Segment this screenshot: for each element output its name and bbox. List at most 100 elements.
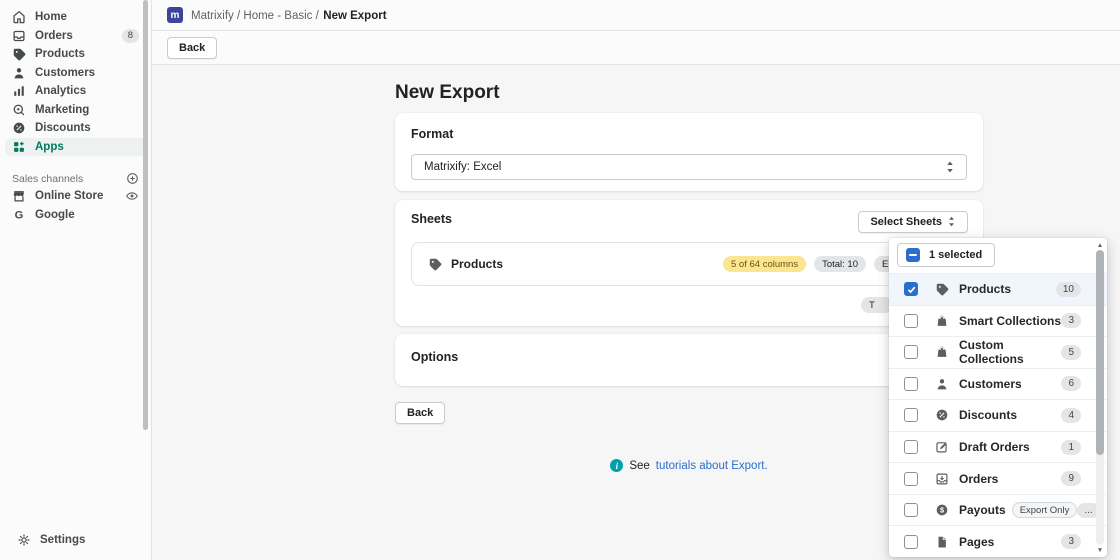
format-card: Format Matrixify: Excel xyxy=(395,113,983,191)
sheet-count-badge: 9 xyxy=(1061,471,1081,486)
discounts-icon xyxy=(935,408,949,422)
sidebar-item-label: Settings xyxy=(40,534,85,546)
sidebar-item-label: Analytics xyxy=(35,85,86,97)
sheet-option-list: Products 10 Smart Collections 3 Custom C… xyxy=(889,273,1107,557)
products-icon xyxy=(935,282,949,296)
format-select[interactable]: Matrixify: Excel xyxy=(411,154,967,180)
sales-channels-label: Sales channels xyxy=(12,173,83,185)
google-icon: G xyxy=(12,208,26,222)
checkbox-unchecked[interactable] xyxy=(904,440,918,454)
products-icon xyxy=(12,47,26,61)
sidebar-item-home[interactable]: Home xyxy=(5,8,146,27)
scrollbar-track[interactable] xyxy=(1096,250,1104,545)
sheet-option-products[interactable]: Products 10 xyxy=(889,273,1107,305)
sheet-option-pages[interactable]: Pages 3 xyxy=(889,525,1107,557)
sheet-option-label: Payouts xyxy=(959,503,1006,517)
sheet-count-badge: 4 xyxy=(1061,408,1081,423)
scroll-up-arrow-icon[interactable]: ▲ xyxy=(1095,240,1105,250)
sheet-option-smart-collections[interactable]: Smart Collections 3 xyxy=(889,305,1107,337)
home-icon xyxy=(12,10,26,24)
select-sheets-button[interactable]: Select Sheets xyxy=(858,211,968,233)
footer-note-prefix: See xyxy=(629,460,649,472)
checkbox-unchecked[interactable] xyxy=(904,314,918,328)
marketing-icon xyxy=(12,103,26,117)
sidebar: Home Orders 8 Products Customers Analy xyxy=(0,0,152,560)
checkbox-unchecked[interactable] xyxy=(904,408,918,422)
options-card-title: Options xyxy=(411,350,967,364)
format-select-value: Matrixify: Excel xyxy=(424,161,501,173)
sheet-option-custom-collections[interactable]: Custom Collections 5 xyxy=(889,336,1107,368)
collections-icon xyxy=(935,345,949,359)
checkbox-unchecked[interactable] xyxy=(904,472,918,486)
sidebar-item-label: Online Store xyxy=(35,190,103,202)
back-button-bottom[interactable]: Back xyxy=(395,402,445,424)
info-icon: i xyxy=(610,459,623,472)
main-nav: Home Orders 8 Products Customers Analy xyxy=(0,0,151,156)
sidebar-item-label: Marketing xyxy=(35,104,89,116)
sheet-option-label: Custom Collections xyxy=(959,338,1061,366)
sheet-select-dropdown: 1 selected Products 10 Smart Collections… xyxy=(889,238,1107,557)
sheet-option-label: Smart Collections xyxy=(959,314,1061,328)
breadcrumb-bar: m Matrixify / Home - Basic / New Export xyxy=(152,0,1120,31)
sheet-option-discounts[interactable]: Discounts 4 xyxy=(889,399,1107,431)
sidebar-item-label: Customers xyxy=(35,67,95,79)
back-button-top[interactable]: Back xyxy=(167,37,217,59)
sidebar-item-marketing[interactable]: Marketing xyxy=(5,101,146,120)
checkbox-unchecked[interactable] xyxy=(904,377,918,391)
select-all-checkbox[interactable] xyxy=(906,248,920,262)
draft-orders-icon xyxy=(935,440,949,454)
tutorials-link[interactable]: tutorials about Export. xyxy=(656,460,768,472)
sheet-option-orders[interactable]: Orders 9 xyxy=(889,462,1107,494)
sheet-count-badge: 1 xyxy=(1061,440,1081,455)
sidebar-item-analytics[interactable]: Analytics xyxy=(5,82,146,101)
sidebar-item-customers[interactable]: Customers xyxy=(5,64,146,83)
breadcrumb-trail[interactable]: Matrixify / Home - Basic / xyxy=(191,10,319,22)
sidebar-item-label: Home xyxy=(35,11,67,23)
sheet-option-customers[interactable]: Customers 6 xyxy=(889,368,1107,400)
sheet-count-badge: 3 xyxy=(1061,534,1081,549)
sidebar-item-discounts[interactable]: Discounts xyxy=(5,119,146,138)
select-sheets-button-label: Select Sheets xyxy=(870,216,942,228)
sidebar-item-label: Products xyxy=(35,48,85,60)
sheet-option-payouts[interactable]: $ Payouts Export Only ... xyxy=(889,494,1107,526)
sheet-count-badge: 5 xyxy=(1061,345,1081,360)
checkbox-checked[interactable] xyxy=(904,282,918,296)
sheet-option-label: Orders xyxy=(959,472,998,486)
checkbox-unchecked[interactable] xyxy=(904,535,918,549)
sheet-count-badge: 10 xyxy=(1056,282,1081,297)
sidebar-item-google[interactable]: G Google xyxy=(5,206,146,225)
sidebar-item-online-store[interactable]: Online Store xyxy=(5,187,146,206)
sidebar-item-apps[interactable]: Apps xyxy=(5,138,146,157)
sheet-option-label: Discounts xyxy=(959,408,1017,422)
orders-tray-icon xyxy=(935,472,949,486)
checkbox-unchecked[interactable] xyxy=(904,345,918,359)
sidebar-scrollbar[interactable] xyxy=(143,0,148,430)
select-all-toggle[interactable]: 1 selected xyxy=(897,243,995,267)
svg-text:G: G xyxy=(15,209,24,221)
sidebar-item-orders[interactable]: Orders 8 xyxy=(5,27,146,46)
action-bar: Back xyxy=(152,31,1120,65)
sheet-count-badge: 3 xyxy=(1061,313,1081,328)
eye-icon[interactable] xyxy=(125,189,139,203)
sidebar-item-label: Discounts xyxy=(35,122,91,134)
dropdown-scrollbar[interactable]: ▲ ▼ xyxy=(1095,240,1105,555)
total-badge: Total: 10 xyxy=(814,256,866,272)
checkbox-unchecked[interactable] xyxy=(904,503,918,517)
collections-icon xyxy=(935,314,949,328)
scroll-down-arrow-icon[interactable]: ▼ xyxy=(1095,545,1105,555)
sidebar-item-products[interactable]: Products xyxy=(5,45,146,64)
sales-channels-header: Sales channels xyxy=(12,172,139,185)
scrollbar-thumb[interactable] xyxy=(1096,250,1104,455)
apps-icon xyxy=(12,140,26,154)
sidebar-item-settings[interactable]: Settings xyxy=(10,531,141,550)
pages-icon xyxy=(935,535,949,549)
gear-icon xyxy=(17,533,31,547)
sheet-row-products[interactable]: Products 5 of 64 columns Total: 10 Estim… xyxy=(411,242,967,286)
sheet-option-draft-orders[interactable]: Draft Orders 1 xyxy=(889,431,1107,463)
matrixify-logo: m xyxy=(167,7,183,23)
plus-circle-icon[interactable] xyxy=(126,172,139,185)
store-icon xyxy=(12,189,26,203)
sidebar-item-label: Apps xyxy=(35,141,64,153)
export-only-badge: Export Only xyxy=(1012,502,1078,518)
sheet-option-label: Pages xyxy=(959,535,994,549)
